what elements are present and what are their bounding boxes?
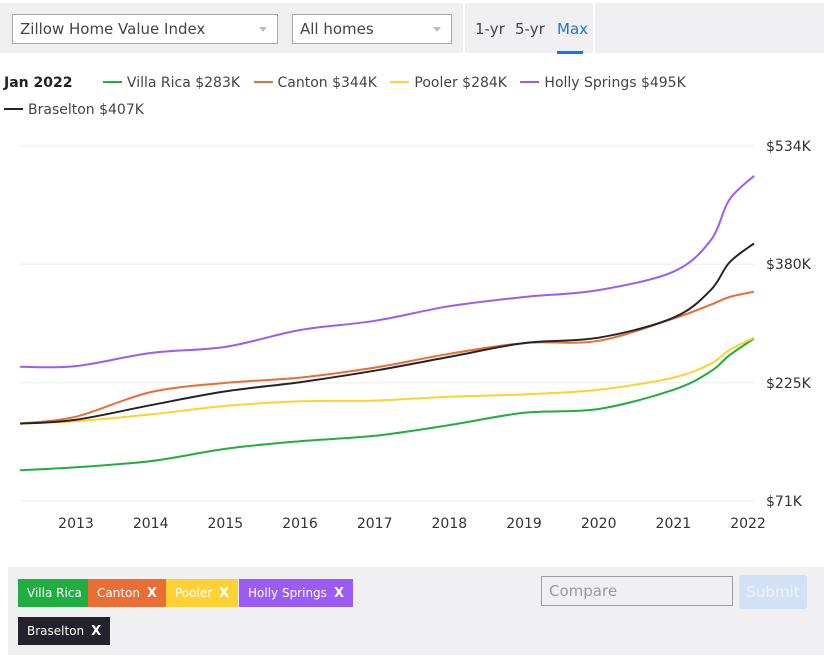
legend-label: Braselton $407K: [28, 102, 144, 118]
x-tick-label: 2015: [208, 516, 244, 532]
compare-panel: Villa Rica Canton X Pooler X Holly Springs…: [8, 567, 824, 655]
x-tick-label: 2019: [506, 516, 542, 532]
x-axis-ticks: 2013 2014 2015 2016 2017 2018 2019 2020 2021 2022: [58, 516, 766, 532]
x-tick-label: 2014: [133, 516, 169, 532]
y-tick-label: $71K: [766, 494, 803, 510]
chevron-down-icon: [259, 27, 267, 32]
metric-select[interactable]: Zillow Home Value Index: [12, 14, 278, 44]
series-line-villa-rica: [19, 337, 755, 472]
active-tab-indicator: [557, 51, 583, 54]
close-icon[interactable]: X: [147, 586, 157, 601]
chip-holly-springs[interactable]: Holly Springs X: [239, 579, 353, 607]
chip-villa-rica[interactable]: Villa Rica: [18, 579, 91, 607]
y-axis-ticks: $534K $380K $225K $71K: [766, 139, 812, 510]
compare-input[interactable]: [541, 576, 733, 606]
series-line-holly-springs: [19, 175, 755, 369]
legend-swatch: [390, 81, 410, 83]
legend-label: Villa Rica $283K: [126, 75, 241, 91]
home-type-select[interactable]: All homes: [292, 14, 452, 44]
x-tick-label: 2017: [357, 516, 393, 532]
chip-label: Villa Rica: [27, 586, 82, 600]
grid: [20, 145, 754, 502]
legend-label: Canton $344K: [277, 75, 377, 91]
chevron-down-icon: [433, 27, 441, 32]
metric-select-value: Zillow Home Value Index: [20, 20, 206, 38]
x-tick-label: 2021: [656, 516, 692, 532]
legend-label: Holly Springs $495K: [544, 75, 686, 91]
legend-item-holly-springs: Holly Springs $495K: [520, 70, 686, 97]
series-line-pooler: [19, 336, 755, 425]
chip-pooler[interactable]: Pooler X: [166, 579, 239, 607]
close-icon[interactable]: X: [91, 624, 101, 639]
series-line-braselton: [19, 242, 755, 425]
legend-label: Pooler $284K: [414, 75, 507, 91]
submit-button[interactable]: Submit: [739, 575, 807, 609]
tab-max[interactable]: Max: [557, 20, 588, 38]
home-type-select-value: All homes: [300, 20, 374, 38]
legend-item-pooler: Pooler $284K: [390, 70, 507, 97]
chip-canton[interactable]: Canton X: [88, 579, 167, 607]
range-tabs: 1-yr 5-yr Max: [463, 3, 595, 54]
x-tick-label: 2022: [730, 516, 766, 532]
y-tick-label: $534K: [766, 139, 812, 155]
y-tick-label: $380K: [766, 257, 812, 273]
home-value-chart[interactable]: $534K $380K $225K $71K 2013 2014 2015 2016 2017…: [0, 130, 824, 550]
close-icon[interactable]: X: [219, 586, 229, 601]
x-tick-label: 2018: [432, 516, 468, 532]
x-tick-label: 2013: [58, 516, 94, 532]
chip-label: Canton: [97, 586, 140, 600]
series-line-canton: [19, 290, 755, 425]
x-tick-label: 2016: [282, 516, 318, 532]
legend-swatch: [4, 108, 23, 110]
x-tick-label: 2020: [581, 516, 617, 532]
legend-date: Jan 2022: [4, 75, 73, 91]
legend-swatch: [102, 81, 122, 83]
legend-item-braselton: Braselton $407K: [4, 97, 144, 124]
series-lines: [19, 175, 755, 472]
chip-label: Holly Springs: [248, 586, 327, 600]
legend-item-villa-rica: Villa Rica $283K: [102, 70, 241, 97]
chip-braselton[interactable]: Braselton X: [18, 617, 111, 645]
tab-5-yr[interactable]: 5-yr: [515, 20, 545, 38]
chart-legend: Jan 2022 Villa Rica $283K Canton $344K P…: [4, 70, 724, 124]
y-tick-label: $225K: [766, 376, 812, 392]
legend-swatch: [253, 81, 273, 83]
tab-1-yr[interactable]: 1-yr: [475, 20, 505, 38]
toolbar: Zillow Home Value Index All homes 1-yr 5…: [0, 3, 824, 54]
chip-label: Braselton: [27, 624, 85, 638]
legend-item-canton: Canton $344K: [253, 70, 377, 97]
legend-swatch: [520, 81, 540, 83]
close-icon[interactable]: X: [334, 586, 344, 601]
chip-label: Pooler: [175, 586, 213, 600]
